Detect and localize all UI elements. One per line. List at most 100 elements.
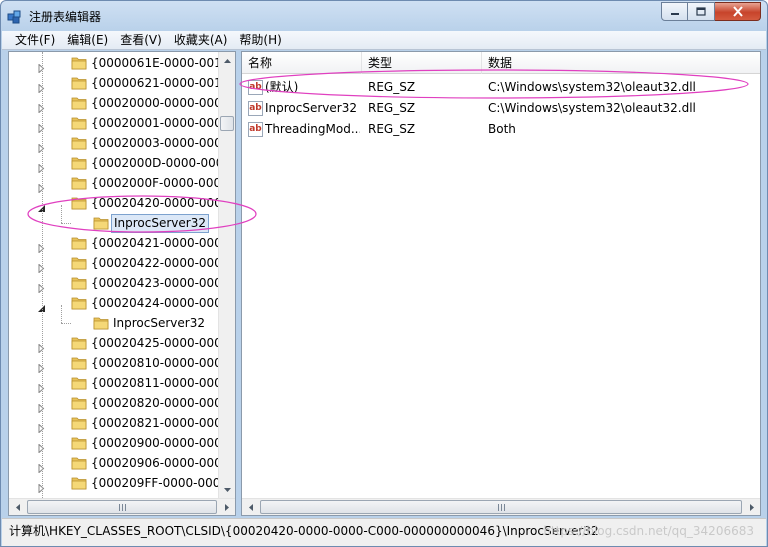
scroll-down-button[interactable] — [219, 481, 235, 498]
tree-node[interactable]: {00020821-0000-0000- — [9, 413, 234, 434]
column-header-type[interactable]: 类型 — [362, 52, 482, 74]
folder-icon — [71, 156, 87, 170]
menu-file[interactable]: 文件(F) — [9, 31, 61, 49]
tree-node[interactable]: {00020900-0000-0000- — [9, 433, 234, 454]
tree-connector — [61, 305, 62, 323]
value-type: REG_SZ — [368, 101, 416, 115]
string-value-icon: ab — [248, 80, 263, 95]
tree-node-label: {00020000-0000-0000- — [91, 96, 234, 110]
menu-favorites[interactable]: 收藏夹(A) — [168, 31, 234, 49]
tree-hscroll-thumb[interactable] — [27, 500, 217, 514]
tree-node-label: {00020001-0000-0000- — [91, 116, 234, 130]
tree-node[interactable]: {000209FF-0000-0000-( — [9, 473, 235, 494]
maximize-button[interactable] — [688, 2, 715, 21]
registry-editor-window: 注册表编辑器 文件(F) 编辑(E) 查看(V) 收藏夹(A) 帮助(H) {0… — [0, 0, 768, 547]
scroll-right-button[interactable] — [743, 499, 760, 515]
menu-bar: 文件(F) 编辑(E) 查看(V) 收藏夹(A) 帮助(H) — [2, 31, 766, 50]
tree-node-label: {00000621-0000-0010- — [91, 76, 234, 90]
window-controls — [661, 2, 761, 22]
window-title: 注册表编辑器 — [29, 10, 102, 24]
title-bar[interactable]: 注册表编辑器 — [1, 1, 767, 31]
tree-node-label: {0002000F-0000-0000-( — [91, 176, 236, 190]
tree-node[interactable]: {00020906-0000-0000- — [9, 453, 234, 474]
scroll-left-button[interactable] — [9, 499, 26, 515]
value-type: REG_SZ — [368, 122, 416, 136]
list-row[interactable]: ab InprocServer32 REG_SZ C:\Windows\syst… — [242, 98, 760, 119]
folder-icon — [71, 176, 87, 190]
tree-scroll-thumb[interactable] — [220, 116, 234, 131]
key-tree-pane[interactable]: {0000061E-0000-0010- {00000621-0000-0010-… — [8, 51, 236, 516]
maximize-icon — [696, 6, 706, 16]
chevron-right-icon — [749, 503, 754, 511]
folder-icon — [71, 196, 87, 210]
tree-node-label: {00020423-0000-0000- — [91, 276, 234, 290]
tree-connector — [61, 223, 71, 224]
tree-vertical-scrollbar[interactable] — [218, 52, 235, 498]
folder-icon — [71, 296, 87, 310]
chevron-left-icon — [248, 503, 253, 511]
folder-icon — [71, 276, 87, 290]
chevron-up-icon — [223, 58, 231, 63]
tree-node-label: {00020821-0000-0000- — [91, 416, 234, 430]
menu-edit[interactable]: 编辑(E) — [61, 31, 114, 49]
value-data: Both — [488, 122, 516, 136]
tree-node-label: {0000061E-0000-0010- — [91, 56, 234, 70]
list-hscroll-thumb[interactable] — [260, 500, 742, 514]
folder-icon — [71, 396, 87, 410]
tree-horizontal-scrollbar[interactable] — [9, 498, 235, 515]
tree-connector — [61, 323, 71, 324]
tree-node[interactable]: {00020420-0000-0000- — [9, 193, 234, 213]
chevron-down-icon — [223, 487, 231, 492]
scroll-right-button[interactable] — [218, 499, 235, 515]
column-header-data[interactable]: 数据 — [482, 52, 760, 74]
tree-node[interactable]: {00020811-0000-0000- — [9, 373, 234, 394]
tree-node-label: {000209FF-0000-0000-( — [91, 476, 236, 490]
tree-node[interactable]: {00020001-0000-0000- — [9, 113, 234, 134]
tree-node[interactable]: {00020422-0000-0000- — [9, 253, 234, 274]
tree-node-label-selected: InprocServer32 — [111, 214, 209, 233]
tree-node[interactable]: {00000621-0000-0010- — [9, 73, 234, 94]
folder-icon — [71, 436, 87, 450]
folder-icon — [71, 56, 87, 70]
registry-editor-icon — [7, 10, 21, 24]
tree-trunk-line — [42, 52, 43, 498]
tree-node[interactable]: {00020421-0000-0000- — [9, 233, 234, 254]
folder-icon — [71, 76, 87, 90]
minimize-button[interactable] — [661, 2, 688, 21]
tree-node[interactable]: {00020810-0000-0000- — [9, 353, 234, 374]
value-name: ThreadingMod... — [265, 122, 360, 136]
tree-node[interactable]: InprocServer32 — [9, 205, 219, 233]
menu-view[interactable]: 查看(V) — [114, 31, 168, 49]
tree-node[interactable]: {0000061E-0000-0010- — [9, 53, 234, 74]
tree-node[interactable]: {0002000D-0000-0000- — [9, 153, 235, 174]
folder-icon — [71, 456, 87, 470]
folder-icon — [93, 216, 109, 230]
scroll-left-button[interactable] — [242, 499, 259, 515]
scroll-up-button[interactable] — [219, 52, 235, 69]
tree-node[interactable]: {00020424-0000-0000- — [9, 293, 234, 313]
list-row[interactable]: ab ThreadingMod... REG_SZ Both — [242, 119, 760, 140]
folder-icon — [71, 136, 87, 150]
tree-node[interactable]: {00020820-0000-0000- — [9, 393, 234, 414]
string-value-icon: ab — [248, 122, 263, 137]
list-horizontal-scrollbar[interactable] — [242, 498, 760, 515]
list-row[interactable]: ab (默认) REG_SZ C:\Windows\system32\oleau… — [242, 77, 760, 98]
tree-node[interactable]: {00020423-0000-0000- — [9, 273, 234, 294]
tree-node[interactable]: {00020000-0000-0000- — [9, 93, 234, 114]
tree-node[interactable]: {00020425-0000-0000- — [9, 333, 234, 354]
tree-node[interactable]: InprocServer32 — [9, 305, 219, 333]
tree-node-label: {0002000D-0000-0000- — [91, 156, 236, 170]
value-data: C:\Windows\system32\oleaut32.dll — [488, 101, 696, 115]
column-header-name[interactable]: 名称 — [242, 52, 362, 74]
folder-icon — [71, 336, 87, 350]
values-list-pane[interactable]: 名称 类型 数据 ab (默认) REG_SZ C:\Windows\syste… — [241, 51, 761, 516]
tree-node[interactable]: {00020003-0000-0000- — [9, 133, 234, 154]
close-icon — [732, 6, 743, 17]
folder-icon — [71, 116, 87, 130]
close-button[interactable] — [715, 2, 761, 21]
tree-node-label: {00020420-0000-0000- — [91, 196, 234, 210]
tree-node[interactable]: {0002000F-0000-0000-( — [9, 173, 235, 194]
tree-node-label: {00020421-0000-0000- — [91, 236, 234, 250]
menu-help[interactable]: 帮助(H) — [233, 31, 287, 49]
tree-node-label: {00020810-0000-0000- — [91, 356, 234, 370]
